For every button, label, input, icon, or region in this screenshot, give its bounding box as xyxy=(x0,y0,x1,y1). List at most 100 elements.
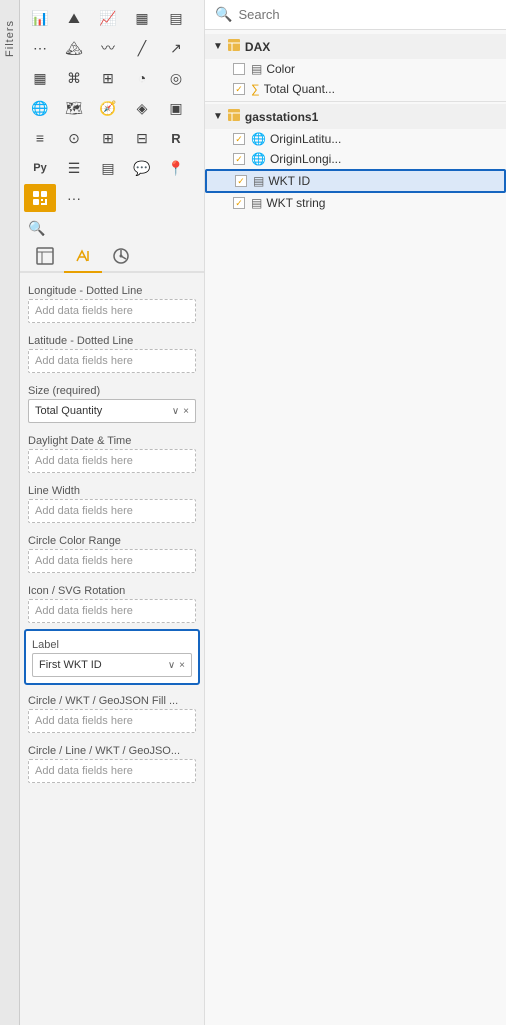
daylight-datetime-dropzone[interactable]: Add data fields here xyxy=(28,449,196,473)
close-icon[interactable]: × xyxy=(179,660,185,671)
map2-icon[interactable]: 🗺 xyxy=(58,94,90,122)
list-table-icon[interactable]: ≡ xyxy=(24,124,56,152)
size-required-label: Size (required) xyxy=(28,381,196,399)
histogram-icon[interactable]: ▦ xyxy=(126,4,158,32)
wave-icon[interactable]: 〰 xyxy=(92,34,124,62)
longitude-dotted-dropzone[interactable]: Add data fields here xyxy=(28,299,196,323)
close-icon[interactable]: × xyxy=(183,406,189,417)
wkt-id-label: WKT ID xyxy=(268,174,496,188)
circle-line-wkt-section: Circle / Line / WKT / GeoJSO... Add data… xyxy=(20,737,204,787)
bar-chart-icon[interactable]: 📊 xyxy=(24,4,56,32)
donut-icon[interactable]: ◎ xyxy=(160,64,192,92)
tab-bar xyxy=(20,241,204,273)
tree-item-wkt-string[interactable]: ▤ WKT string xyxy=(205,193,506,213)
map-area-icon[interactable]: 🏔 xyxy=(58,34,90,62)
tree-group-dax-header[interactable]: ▼ DAX xyxy=(205,34,506,59)
textbox-icon[interactable]: ▤ xyxy=(92,154,124,182)
arrow-icon[interactable]: ↗ xyxy=(160,34,192,62)
pie-icon[interactable]: ◔ xyxy=(126,64,158,92)
search-icon: 🔍 xyxy=(215,6,232,23)
chevron-down-icon[interactable]: ∨ xyxy=(168,660,175,671)
line-chart-icon[interactable]: 📈 xyxy=(92,4,124,32)
matrix-icon[interactable]: ⊞ xyxy=(92,124,124,152)
line-width-dropzone[interactable]: Add data fields here xyxy=(28,499,196,523)
label-filled[interactable]: First WKT ID ∨ × xyxy=(32,653,192,677)
comment-icon[interactable]: 💬 xyxy=(126,154,158,182)
wkt-string-checkbox[interactable] xyxy=(233,197,245,209)
daylight-datetime-label: Daylight Date & Time xyxy=(28,431,196,449)
tree-group-gasstations-header[interactable]: ▼ gasstations1 xyxy=(205,104,506,129)
compass-icon[interactable]: 🧭 xyxy=(92,94,124,122)
filters-tab[interactable]: Filters xyxy=(0,0,20,1025)
latitude-dotted-dropzone[interactable]: Add data fields here xyxy=(28,349,196,373)
measure-type-icon: ∑ xyxy=(251,82,260,96)
data-panel: 🔍 ▼ DAX ▤ Color xyxy=(205,0,506,1025)
tree-item-origin-latitude[interactable]: 🌐 OriginLatitu... xyxy=(205,129,506,149)
text2-type-icon: ▤ xyxy=(253,174,264,188)
table-icon[interactable]: ▦ xyxy=(24,64,56,92)
origin-longitude-label: OriginLongi... xyxy=(270,152,498,166)
chevron-gasstations-icon: ▼ xyxy=(213,111,223,122)
tree-group-gasstations: ▼ gasstations1 🌐 OriginLatitu... xyxy=(205,104,506,213)
circle-wkt-fill-label: Circle / WKT / GeoJSON Fill ... xyxy=(28,691,196,709)
scatter-icon[interactable]: ⋯ xyxy=(24,34,56,62)
text-type-icon: ▤ xyxy=(251,62,262,76)
photo-icon[interactable]: ▣ xyxy=(160,94,192,122)
icon-svg-rotation-dropzone[interactable]: Add data fields here xyxy=(28,599,196,623)
label-controls: ∨ × xyxy=(168,660,185,671)
ellipsis-icon[interactable]: ··· xyxy=(58,184,90,212)
grid3-icon[interactable]: ⊟ xyxy=(126,124,158,152)
label-section-label: Label xyxy=(32,635,192,653)
globe-type-icon: 🌐 xyxy=(251,132,266,146)
size-required-section: Size (required) Total Quantity ∨ × xyxy=(20,377,204,427)
grid2-icon[interactable]: ⊞ xyxy=(92,64,124,92)
search-row: 🔍 xyxy=(20,216,204,241)
tab-fields[interactable] xyxy=(26,241,64,271)
size-required-filled[interactable]: Total Quantity ∨ × xyxy=(28,399,196,423)
visual-type-grid: 📊 ⛰ 📈 ▦ ▤ ⋯ 🏔 〰 ╱ ↗ ▦ ⌘ ⊞ ◔ ◎ 🌐 🗺 🧭 ◈ ▣ … xyxy=(20,0,204,216)
wkt-string-label: WKT string xyxy=(266,196,498,210)
tab-analytics[interactable] xyxy=(102,241,140,271)
text3-type-icon: ▤ xyxy=(251,196,262,210)
origin-longitude-checkbox[interactable] xyxy=(233,153,245,165)
tree-item-color[interactable]: ▤ Color xyxy=(205,59,506,79)
tree-divider xyxy=(205,101,506,102)
satellite-icon[interactable]: ◈ xyxy=(126,94,158,122)
tree-group-gasstations-label: gasstations1 xyxy=(245,110,318,124)
origin-latitude-checkbox[interactable] xyxy=(233,133,245,145)
r-icon[interactable]: R xyxy=(160,124,192,152)
tree-group-dax-label: DAX xyxy=(245,40,270,54)
origin-latitude-label: OriginLatitu... xyxy=(270,132,498,146)
circle-wkt-fill-section: Circle / WKT / GeoJSON Fill ... Add data… xyxy=(20,687,204,737)
multi-chart-icon[interactable]: ▤ xyxy=(160,4,192,32)
tree-item-wkt-id[interactable]: ▤ WKT ID xyxy=(205,169,506,193)
python-icon[interactable]: Py xyxy=(24,154,56,182)
funnel-icon[interactable]: ⌘ xyxy=(58,64,90,92)
circle-color-range-dropzone[interactable]: Add data fields here xyxy=(28,549,196,573)
globe-icon[interactable]: 🌐 xyxy=(24,94,56,122)
total-quantity-checkbox[interactable] xyxy=(233,83,245,95)
search-input[interactable] xyxy=(238,7,496,22)
list2-icon[interactable]: ☰ xyxy=(58,154,90,182)
location-icon[interactable]: 📍 xyxy=(160,154,192,182)
chevron-down-icon[interactable]: ∨ xyxy=(172,406,179,417)
icon-svg-rotation-section: Icon / SVG Rotation Add data fields here xyxy=(20,577,204,627)
custom-visual-icon[interactable] xyxy=(24,184,56,212)
tab-format[interactable] xyxy=(64,241,102,273)
wkt-id-checkbox[interactable] xyxy=(235,175,247,187)
chevron-dax-icon: ▼ xyxy=(213,41,223,52)
line2-icon[interactable]: ╱ xyxy=(126,34,158,62)
tree-item-total-quantity[interactable]: ∑ Total Quant... xyxy=(205,79,506,99)
tree-item-origin-longitude[interactable]: 🌐 OriginLongi... xyxy=(205,149,506,169)
circle-line-wkt-dropzone[interactable]: Add data fields here xyxy=(28,759,196,783)
color-checkbox[interactable] xyxy=(233,63,245,75)
globe2-type-icon: 🌐 xyxy=(251,152,266,166)
area-chart-icon[interactable]: ⛰ xyxy=(58,4,90,32)
longitude-dotted-label: Longitude - Dotted Line xyxy=(28,281,196,299)
latitude-dotted-section: Latitude - Dotted Line Add data fields h… xyxy=(20,327,204,377)
label-section: Label First WKT ID ∨ × xyxy=(24,629,200,685)
circle-wkt-fill-dropzone[interactable]: Add data fields here xyxy=(28,709,196,733)
gauge-icon[interactable]: ⊙ xyxy=(58,124,90,152)
circle-color-range-label: Circle Color Range xyxy=(28,531,196,549)
tree-group-dax: ▼ DAX ▤ Color ∑ Total xyxy=(205,34,506,99)
